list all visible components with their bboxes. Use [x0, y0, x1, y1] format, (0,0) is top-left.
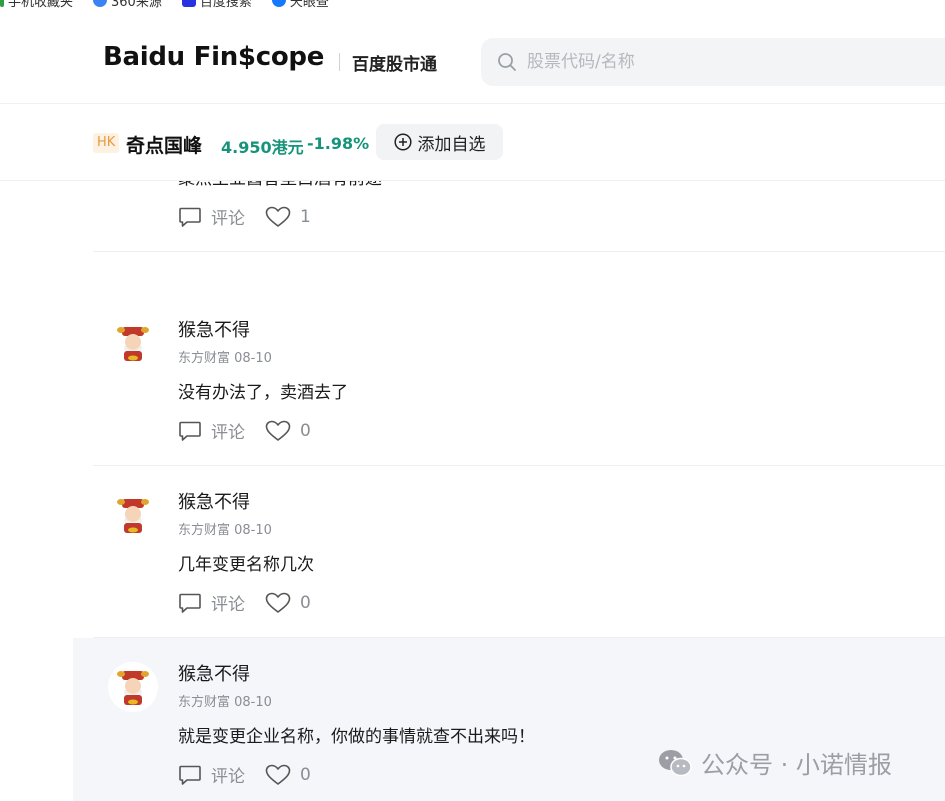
like-button[interactable]: 0	[265, 764, 311, 786]
bookmarks-bar: 手机收藏夹 360来源 百度搜索 天眼查	[0, 0, 945, 10]
comment-button[interactable]: 评论	[178, 204, 245, 229]
fortune-god-avatar-icon	[108, 318, 158, 368]
like-button[interactable]: 0	[265, 592, 311, 614]
bookmark-phone-favorites[interactable]: 手机收藏夹	[0, 0, 73, 10]
comment-feed: 东方财富 08-11 聚焦主业酱香型白酒有前途 评论 1	[0, 181, 945, 801]
heart-icon	[265, 592, 291, 613]
search-box[interactable]	[481, 38, 945, 86]
post-username[interactable]: 猴急不得	[178, 316, 250, 342]
bookmark-label: 天眼查	[289, 0, 329, 10]
like-button[interactable]: 0	[265, 420, 311, 442]
stock-header: HK 奇点国峰 4.950港元 -1.98% 添加自选	[0, 105, 945, 181]
post-actions: 评论 1	[178, 204, 331, 229]
like-count: 0	[300, 592, 311, 613]
wechat-watermark: 公众号 · 小诺情报	[657, 745, 892, 780]
comment-bubble-icon	[179, 593, 201, 613]
comment-label: 评论	[211, 595, 245, 615]
bookmark-label: 手机收藏夹	[8, 0, 74, 10]
site-subtitle: 百度股市通	[352, 55, 437, 75]
bookmark-label: 360来源	[111, 0, 162, 10]
comment-label: 评论	[211, 209, 245, 229]
comment-post: 东方财富 08-11 聚焦主业酱香型白酒有前途 评论 1	[93, 181, 945, 252]
avatar[interactable]	[108, 490, 158, 540]
like-count: 1	[300, 206, 311, 227]
like-count: 0	[300, 764, 311, 785]
comment-bubble-icon	[179, 765, 201, 785]
globe-icon	[271, 0, 286, 7]
fortune-god-avatar-icon	[108, 490, 158, 540]
search-icon	[498, 53, 516, 71]
fortune-god-avatar-icon	[108, 662, 158, 712]
baidu-finscope-logo[interactable]: Baidu Fin$cope	[103, 42, 324, 72]
stock-price: 4.950港元	[221, 138, 304, 157]
heart-icon	[265, 764, 291, 785]
cloud-icon	[93, 0, 108, 7]
post-content[interactable]: 就是变更企业名称，你做的事情就查不出来吗！	[178, 722, 535, 747]
post-source-date: 东方财富 08-10	[178, 695, 272, 710]
comment-post: 猴急不得 东方财富 08-10 几年变更名称几次 评论 0	[93, 466, 945, 638]
comment-label: 评论	[211, 767, 245, 787]
post-username[interactable]: 猴急不得	[178, 488, 250, 514]
post-content[interactable]: 没有办法了，卖酒去了	[178, 378, 348, 403]
post-actions: 评论 0	[178, 418, 331, 443]
heart-icon	[265, 206, 291, 227]
avatar[interactable]	[108, 318, 158, 368]
site-header: Baidu Fin$cope 百度股市通	[0, 20, 945, 104]
market-badge: HK	[93, 133, 120, 153]
add-to-watchlist-button[interactable]: 添加自选	[376, 124, 503, 160]
stock-change: -1.98%	[307, 134, 370, 153]
logo-divider	[339, 53, 340, 71]
stock-name: 奇点国峰	[126, 135, 203, 157]
comment-button[interactable]: 评论	[178, 762, 245, 787]
heart-icon	[265, 420, 291, 441]
post-source-date: 东方财富 08-10	[178, 351, 272, 366]
bookmark-tianyancha[interactable]: 天眼查	[271, 0, 329, 10]
post-actions: 评论 0	[178, 590, 331, 615]
like-count: 0	[300, 420, 311, 441]
bookmark-360[interactable]: 360来源	[93, 0, 162, 10]
phone-favorites-icon	[0, 0, 4, 7]
avatar[interactable]	[108, 662, 158, 712]
bookmark-baidu-search[interactable]: 百度搜索	[181, 0, 252, 10]
plus-circle-icon	[393, 133, 412, 151]
comment-button[interactable]: 评论	[178, 418, 245, 443]
comment-button[interactable]: 评论	[178, 590, 245, 615]
add-to-watchlist-label: 添加自选	[417, 134, 486, 155]
like-button[interactable]: 1	[265, 206, 311, 228]
bookmark-label: 百度搜索	[199, 0, 252, 10]
baidu-paw-icon	[181, 0, 196, 7]
post-source-date: 东方财富 08-10	[178, 523, 272, 538]
comment-bubble-icon	[179, 421, 201, 441]
comment-post: 猴急不得 东方财富 08-10 没有办法了，卖酒去了 评论 0	[93, 294, 945, 466]
post-content[interactable]: 几年变更名称几次	[178, 550, 314, 575]
search-input[interactable]	[527, 52, 907, 72]
post-username[interactable]: 猴急不得	[178, 660, 250, 686]
comment-label: 评论	[211, 423, 245, 443]
comment-bubble-icon	[179, 207, 201, 227]
post-content[interactable]: 聚焦主业酱香型白酒有前途	[178, 181, 382, 189]
page: 手机收藏夹 360来源 百度搜索 天眼查 Baidu Fin$cope 百度股市…	[0, 0, 945, 801]
watermark-text: 公众号 · 小诺情报	[701, 751, 892, 779]
post-actions: 评论 0	[178, 762, 331, 787]
wechat-icon	[659, 749, 692, 776]
